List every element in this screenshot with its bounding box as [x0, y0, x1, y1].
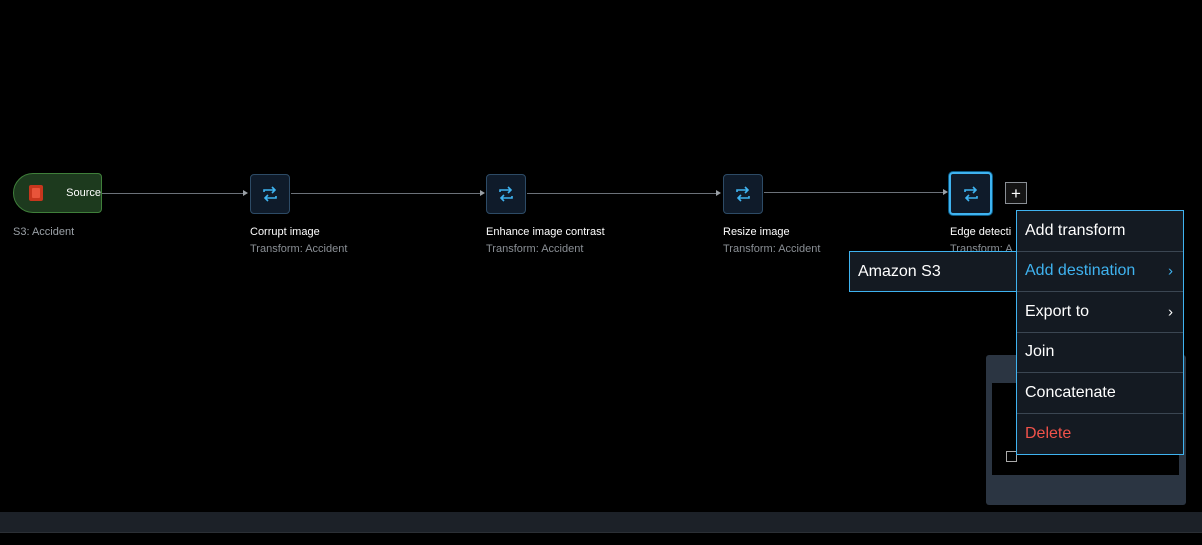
- transform-icon: [499, 186, 513, 202]
- transform-node-corrupt-image[interactable]: [250, 174, 290, 214]
- chevron-right-icon: ›: [1168, 262, 1173, 280]
- menu-item-label: Concatenate: [1025, 383, 1116, 401]
- destination-submenu: Amazon S3: [849, 251, 1019, 292]
- source-node[interactable]: Source: [13, 173, 102, 213]
- transform-node-edge-detection[interactable]: [949, 172, 992, 215]
- node-subtitle: Transform: Accident: [723, 243, 821, 255]
- bottom-panel-bar[interactable]: [0, 512, 1202, 532]
- source-caption: S3: Accident: [13, 226, 75, 238]
- menu-item-add-transform[interactable]: Add transform: [1017, 211, 1183, 252]
- transform-node-resize-image[interactable]: [723, 174, 763, 214]
- edge-arrow: [716, 190, 721, 196]
- bottom-divider: [0, 532, 1202, 545]
- edge-source-to-corrupt: [102, 193, 244, 194]
- transform-icon: [263, 186, 277, 202]
- menu-item-add-destination[interactable]: Add destination ›: [1017, 252, 1183, 292]
- menu-item-label: Delete: [1025, 424, 1072, 442]
- edge-corrupt-to-enhance: [291, 193, 480, 194]
- menu-item-label: Export to: [1025, 302, 1090, 320]
- node-title: Enhance image contrast: [486, 226, 605, 238]
- menu-item-delete[interactable]: Delete: [1017, 414, 1183, 455]
- edge-arrow: [243, 190, 248, 196]
- transform-icon: [963, 185, 978, 202]
- source-node-label: Source: [66, 187, 101, 199]
- edge-arrow: [943, 189, 948, 195]
- node-title: Resize image: [723, 226, 790, 238]
- s3-bucket-icon: [26, 183, 43, 203]
- add-node-button[interactable]: +: [1005, 182, 1027, 204]
- node-subtitle: Transform: Accident: [486, 243, 584, 255]
- submenu-item-amazon-s3[interactable]: Amazon S3: [858, 263, 941, 281]
- menu-item-label: Add destination: [1025, 262, 1136, 280]
- edge-arrow: [480, 190, 485, 196]
- menu-item-label: Add transform: [1025, 221, 1126, 239]
- node-title: Edge detecti: [950, 226, 1012, 238]
- pipeline-canvas: Source S3: Accident Corrupt image Transf…: [0, 0, 1202, 512]
- chevron-right-icon: ›: [1168, 303, 1173, 321]
- node-subtitle: Transform: Accident: [250, 243, 348, 255]
- edge-resize-to-edge: [764, 192, 944, 193]
- menu-item-join[interactable]: Join: [1017, 333, 1183, 373]
- node-title: Corrupt image: [250, 226, 320, 238]
- transform-icon: [736, 186, 750, 202]
- menu-item-label: Join: [1025, 343, 1055, 361]
- edge-enhance-to-resize: [527, 193, 717, 194]
- transform-node-enhance-contrast[interactable]: [486, 174, 526, 214]
- node-context-menu: Add transform Add destination › Export t…: [1016, 210, 1184, 455]
- menu-item-concatenate[interactable]: Concatenate: [1017, 373, 1183, 414]
- menu-item-export-to[interactable]: Export to ›: [1017, 292, 1183, 333]
